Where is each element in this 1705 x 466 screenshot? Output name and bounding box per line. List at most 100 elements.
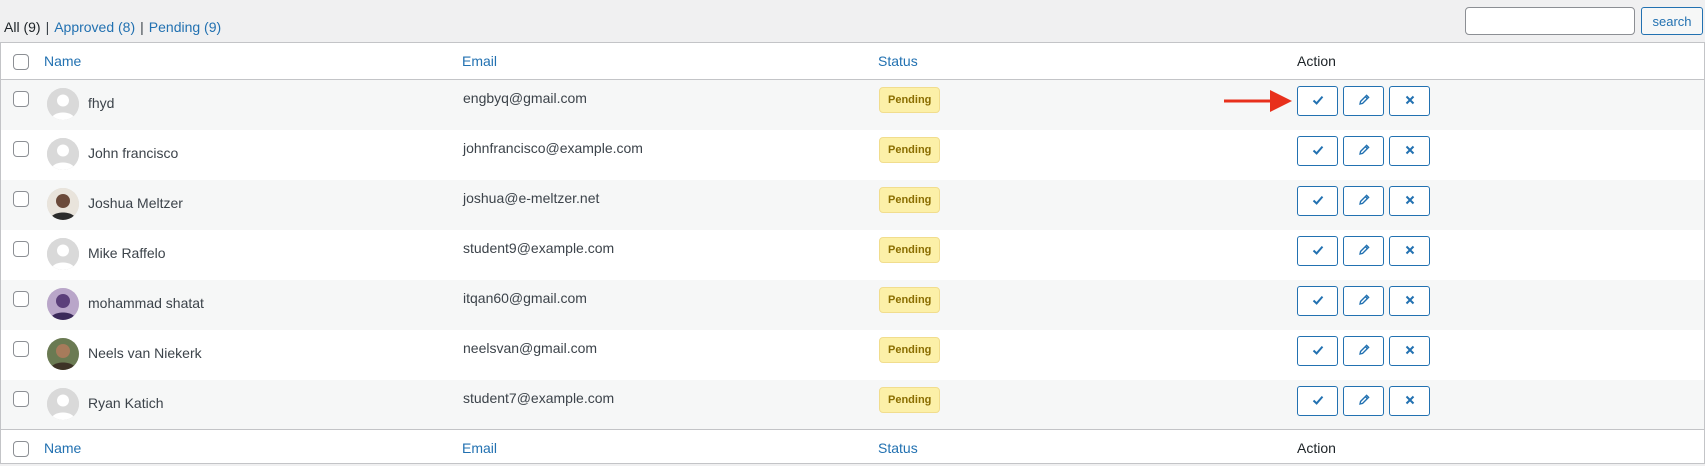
table-row: fhyd engbyq@gmail.com Pending xyxy=(1,80,1704,130)
close-icon xyxy=(1403,343,1417,360)
filter-separator: | xyxy=(45,19,50,35)
avatar xyxy=(47,388,79,420)
edit-button[interactable] xyxy=(1343,136,1384,166)
table-row: mohammad shatat itqan60@gmail.com Pending xyxy=(1,280,1704,330)
avatar xyxy=(47,288,79,320)
table-row: Neels van Niekerk neelsvan@gmail.com Pendi… xyxy=(1,330,1704,380)
column-footer-name[interactable]: Name xyxy=(44,440,81,456)
avatar xyxy=(47,338,79,370)
user-email: student7@example.com xyxy=(463,390,615,406)
status-badge: Pending xyxy=(879,187,941,213)
close-icon xyxy=(1403,93,1417,110)
approve-button[interactable] xyxy=(1297,86,1338,116)
close-icon xyxy=(1403,193,1417,210)
status-badge: Pending xyxy=(879,337,941,363)
checkmark-icon xyxy=(1311,193,1325,210)
table-footer: Name Email Status Action xyxy=(1,429,1704,466)
row-checkbox[interactable] xyxy=(13,141,29,157)
status-badge: Pending xyxy=(879,137,941,163)
user-email: johnfrancisco@example.com xyxy=(463,140,643,156)
approve-button[interactable] xyxy=(1297,286,1338,316)
select-all-checkbox-footer[interactable] xyxy=(13,441,29,457)
status-badge: Pending xyxy=(879,287,941,313)
filter-pending[interactable]: Pending (9) xyxy=(149,19,221,35)
column-header-name[interactable]: Name xyxy=(44,53,81,69)
row-checkbox[interactable] xyxy=(13,391,29,407)
user-name: Joshua Meltzer xyxy=(88,195,183,211)
user-name: fhyd xyxy=(88,95,115,111)
status-badge: Pending xyxy=(879,237,941,263)
edit-button[interactable] xyxy=(1343,86,1384,116)
column-footer-status[interactable]: Status xyxy=(878,440,918,456)
edit-button[interactable] xyxy=(1343,186,1384,216)
user-email: joshua@e-meltzer.net xyxy=(463,190,600,206)
table-row: Joshua Meltzer joshua@e-meltzer.net Pendin… xyxy=(1,180,1704,230)
row-checkbox[interactable] xyxy=(13,291,29,307)
reject-button[interactable] xyxy=(1389,186,1430,216)
pencil-icon xyxy=(1357,143,1371,160)
approve-button[interactable] xyxy=(1297,186,1338,216)
checkmark-icon xyxy=(1311,393,1325,410)
user-email: itqan60@gmail.com xyxy=(463,290,587,306)
pencil-icon xyxy=(1357,343,1371,360)
filter-separator: | xyxy=(140,19,144,35)
filter-all[interactable]: All (9) xyxy=(4,19,41,35)
approve-button[interactable] xyxy=(1297,386,1338,416)
reject-button[interactable] xyxy=(1389,236,1430,266)
filter-approved[interactable]: Approved (8) xyxy=(54,19,135,35)
pencil-icon xyxy=(1357,243,1371,260)
table-row: Mike Raffelo student9@example.com Pending xyxy=(1,230,1704,280)
column-header-status[interactable]: Status xyxy=(878,53,918,69)
edit-button[interactable] xyxy=(1343,236,1384,266)
close-icon xyxy=(1403,393,1417,410)
pencil-icon xyxy=(1357,293,1371,310)
user-email: neelsvan@gmail.com xyxy=(463,340,598,356)
pencil-icon xyxy=(1357,193,1371,210)
checkmark-icon xyxy=(1311,143,1325,160)
user-email: engbyq@gmail.com xyxy=(463,90,587,106)
column-header-email[interactable]: Email xyxy=(462,53,497,69)
edit-button[interactable] xyxy=(1343,386,1384,416)
status-badge: Pending xyxy=(879,387,941,413)
column-footer-email[interactable]: Email xyxy=(462,440,497,456)
reject-button[interactable] xyxy=(1389,336,1430,366)
avatar xyxy=(47,138,79,170)
table-row: John francisco johnfrancisco@example.com P… xyxy=(1,130,1704,180)
column-header-action: Action xyxy=(1297,53,1336,69)
avatar xyxy=(47,238,79,270)
search-input[interactable] xyxy=(1465,7,1635,35)
user-email: student9@example.com xyxy=(463,240,615,256)
reject-button[interactable] xyxy=(1389,386,1430,416)
checkmark-icon xyxy=(1311,243,1325,260)
select-all-checkbox[interactable] xyxy=(13,54,29,70)
row-checkbox[interactable] xyxy=(13,241,29,257)
user-name: Ryan Katich xyxy=(88,395,164,411)
row-checkbox[interactable] xyxy=(13,191,29,207)
close-icon xyxy=(1403,243,1417,260)
reject-button[interactable] xyxy=(1389,86,1430,116)
approve-button[interactable] xyxy=(1297,336,1338,366)
close-icon xyxy=(1403,293,1417,310)
avatar xyxy=(47,188,79,220)
search-button[interactable]: search xyxy=(1641,7,1703,35)
reject-button[interactable] xyxy=(1389,136,1430,166)
status-filters: All (9) | Approved (8) | Pending (9) xyxy=(4,19,221,35)
approve-button[interactable] xyxy=(1297,136,1338,166)
column-footer-action: Action xyxy=(1297,440,1336,456)
row-checkbox[interactable] xyxy=(13,341,29,357)
users-table: Name Email Status Action fhyd engbyq@gmai… xyxy=(0,42,1705,464)
edit-button[interactable] xyxy=(1343,336,1384,366)
pencil-icon xyxy=(1357,93,1371,110)
approve-button[interactable] xyxy=(1297,236,1338,266)
avatar xyxy=(47,88,79,120)
table-header: Name Email Status Action xyxy=(1,43,1704,80)
reject-button[interactable] xyxy=(1389,286,1430,316)
status-badge: Pending xyxy=(879,87,941,113)
checkmark-icon xyxy=(1311,93,1325,110)
edit-button[interactable] xyxy=(1343,286,1384,316)
row-checkbox[interactable] xyxy=(13,91,29,107)
checkmark-icon xyxy=(1311,343,1325,360)
toolbar: All (9) | Approved (8) | Pending (9) search xyxy=(0,0,1705,42)
table-row: Ryan Katich student7@example.com Pending xyxy=(1,380,1704,430)
user-name: mohammad shatat xyxy=(88,295,204,311)
